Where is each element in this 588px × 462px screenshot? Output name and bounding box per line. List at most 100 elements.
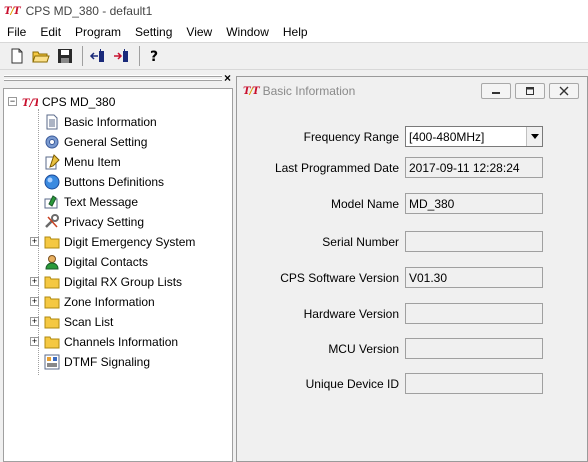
toolbar-separator: [82, 46, 83, 66]
expand-icon[interactable]: +: [30, 297, 39, 306]
cps-software-version-field: V01.30: [405, 267, 543, 288]
field-label: CPS Software Version: [280, 271, 399, 285]
tree-root-label: CPS MD_380: [42, 95, 116, 109]
expand-icon[interactable]: +: [30, 317, 39, 326]
app-logo-icon: T/T: [243, 85, 260, 97]
tree-item-digital-rx-group-lists[interactable]: + Digital RX Group Lists: [4, 272, 232, 292]
new-file-icon[interactable]: [6, 45, 28, 67]
tree-item-text-message[interactable]: Text Message: [4, 192, 232, 212]
folder-icon: [44, 234, 60, 250]
toolbar-separator: [139, 46, 140, 66]
menu-view[interactable]: View: [179, 25, 219, 39]
tree-item-scan-list[interactable]: + Scan List: [4, 312, 232, 332]
pane-grip[interactable]: [4, 79, 222, 81]
contact-icon: [44, 254, 60, 270]
hardware-version-field: [405, 303, 543, 324]
menu-edit[interactable]: Edit: [33, 25, 68, 39]
chevron-down-icon[interactable]: [526, 127, 542, 146]
serial-number-field: [405, 231, 543, 252]
tree-item-label: Digit Emergency System: [64, 235, 196, 249]
tree-item-digital-contacts[interactable]: Digital Contacts: [4, 252, 232, 272]
help-icon[interactable]: ?: [144, 45, 166, 67]
tree-item-buttons-definitions[interactable]: Buttons Definitions: [4, 172, 232, 192]
tree-item-zone-information[interactable]: + Zone Information: [4, 292, 232, 312]
basic-information-form: Frequency Range [400-480MHz] Last Progra…: [245, 107, 585, 461]
tree-item-channels-information[interactable]: + Channels Information: [4, 332, 232, 352]
tree-item-label: General Setting: [64, 135, 148, 149]
read-radio-icon[interactable]: [87, 45, 109, 67]
frequency-range-select[interactable]: [400-480MHz]: [405, 126, 543, 147]
toolbar: ?: [0, 42, 588, 70]
window-title-bar[interactable]: T/T Basic Information: [237, 77, 587, 105]
tree-item-label: Zone Information: [64, 295, 155, 309]
field-label: Last Programmed Date: [274, 161, 399, 175]
tree-item-privacy-setting[interactable]: Privacy Setting: [4, 212, 232, 232]
unique-device-id-field: [405, 373, 543, 394]
expand-icon[interactable]: +: [30, 277, 39, 286]
document-icon: [44, 114, 60, 130]
menu-help[interactable]: Help: [276, 25, 315, 39]
tree-item-label: Digital RX Group Lists: [64, 275, 183, 289]
tree-root[interactable]: − T/T CPS MD_380: [4, 92, 232, 112]
gear-icon: [44, 134, 60, 150]
mcu-version-field: [405, 338, 543, 359]
folder-icon: [44, 294, 60, 310]
menu-program[interactable]: Program: [68, 25, 128, 39]
cps-software-version-row: CPS Software Version V01.30: [245, 267, 585, 289]
mcu-version-row: MCU Version: [245, 338, 585, 360]
tree-item-basic-information[interactable]: Basic Information: [4, 112, 232, 132]
folder-icon: [44, 334, 60, 350]
field-label: Frequency Range: [303, 130, 399, 144]
tree-item-label: Digital Contacts: [64, 255, 149, 269]
tools-icon: [44, 214, 60, 230]
collapse-icon[interactable]: −: [8, 97, 17, 106]
tree-item-label: Text Message: [64, 195, 139, 209]
model-name-row: Model Name MD_380: [245, 193, 585, 215]
write-radio-icon[interactable]: [111, 45, 133, 67]
circle-button-icon: [44, 174, 60, 190]
tree-pane: × − T/T CPS MD_380 Basic Information Gen…: [0, 72, 234, 462]
svg-text:?: ?: [150, 49, 158, 64]
expand-icon[interactable]: +: [30, 237, 39, 246]
close-button[interactable]: [549, 83, 579, 99]
svg-text:T/T: T/T: [22, 98, 38, 107]
minimize-button[interactable]: [481, 83, 511, 99]
field-label: Hardware Version: [303, 307, 399, 321]
folder-icon: [44, 314, 60, 330]
expand-icon[interactable]: +: [30, 337, 39, 346]
tree-item-label: Buttons Definitions: [64, 175, 165, 189]
menu-file[interactable]: File: [0, 25, 33, 39]
menu-setting[interactable]: Setting: [128, 25, 179, 39]
model-name-field: MD_380: [405, 193, 543, 214]
tree-item-label: Basic Information: [64, 115, 157, 129]
hardware-version-row: Hardware Version: [245, 303, 585, 325]
tree-item-digit-emergency-system[interactable]: + Digit Emergency System: [4, 232, 232, 252]
field-label: MCU Version: [328, 342, 399, 356]
message-icon: [44, 194, 60, 210]
menu-edit-icon: [44, 154, 60, 170]
tree-item-general-setting[interactable]: General Setting: [4, 132, 232, 152]
folder-icon: [44, 274, 60, 290]
frequency-range-row: Frequency Range [400-480MHz]: [245, 126, 585, 148]
pane-grip[interactable]: [4, 75, 222, 77]
tree-item-label: Menu Item: [64, 155, 121, 169]
save-icon[interactable]: [54, 45, 76, 67]
tree-item-label: DTMF Signaling: [64, 355, 151, 369]
tree-item-dtmf-signaling[interactable]: DTMF Signaling: [4, 352, 232, 372]
basic-information-window: T/T Basic Information Frequency Range [4…: [236, 76, 588, 462]
tree-item-label: Channels Information: [64, 335, 179, 349]
last-programmed-date-row: Last Programmed Date 2017-09-11 12:28:24: [245, 157, 585, 179]
last-programmed-date-field: 2017-09-11 12:28:24: [405, 157, 543, 178]
menu-window[interactable]: Window: [219, 25, 276, 39]
tree-item-menu-item[interactable]: Menu Item: [4, 152, 232, 172]
open-folder-icon[interactable]: [30, 45, 52, 67]
serial-number-row: Serial Number: [245, 231, 585, 253]
menu-bar: File Edit Program Setting View Window He…: [0, 22, 588, 42]
tree-item-label: Scan List: [64, 315, 114, 329]
unique-device-id-row: Unique Device ID: [245, 373, 585, 395]
frequency-range-value: [400-480MHz]: [409, 130, 485, 144]
field-label: Model Name: [330, 197, 399, 211]
restore-button[interactable]: [515, 83, 545, 99]
field-label: Serial Number: [322, 235, 399, 249]
close-icon[interactable]: ×: [224, 72, 231, 84]
